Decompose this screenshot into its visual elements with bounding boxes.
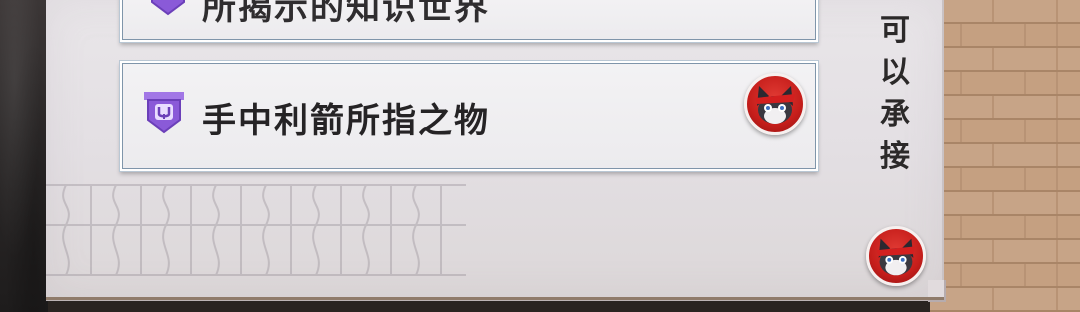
- vertical-char: 接: [880, 139, 910, 174]
- dialogue-option-main-label: 手中利箭所指之物: [202, 101, 490, 141]
- dialogue-option-top[interactable]: 所揭示的知识世界: [119, 0, 819, 43]
- dialogue-option-main[interactable]: 手中利箭所指之物: [119, 60, 819, 172]
- vertical-char: 承: [880, 97, 910, 132]
- brick-wall-background: [930, 0, 1080, 312]
- vertical-char: 以: [880, 55, 910, 90]
- left-background: [0, 0, 48, 312]
- shield-badge-icon: [151, 0, 185, 16]
- cat-mascot-avatar-icon: [866, 226, 926, 286]
- dialogue-option-top-label: 所揭示的知识世界: [202, 0, 490, 28]
- vertical-hint-text: 可 以 承 接: [874, 10, 916, 178]
- vertical-char: 可: [880, 13, 910, 48]
- shield-badge-icon: [144, 92, 184, 134]
- fence-decoration: [46, 184, 466, 276]
- panel-bottom-border: [46, 297, 944, 300]
- cat-mascot-avatar-icon: [744, 73, 806, 135]
